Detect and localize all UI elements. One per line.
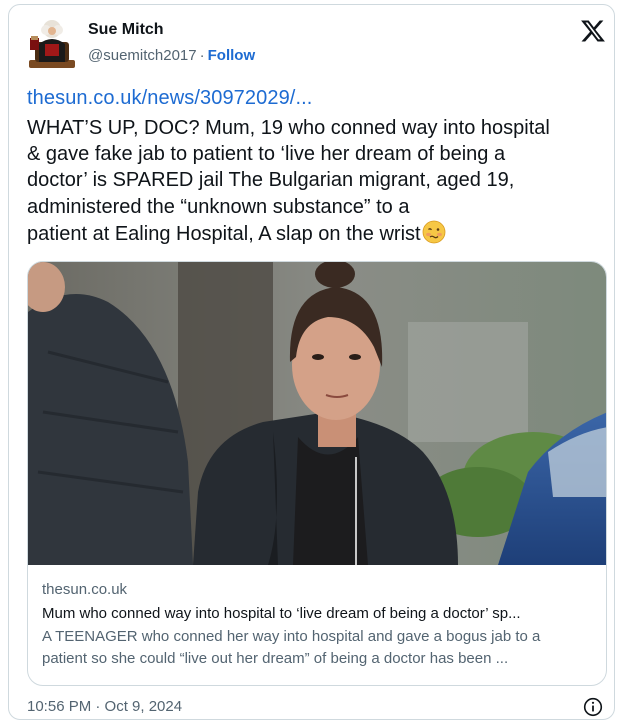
article-photo[interactable] [28, 262, 607, 565]
tweet-text-line: administered the “unknown substance” to … [27, 195, 410, 218]
tweet-text-line-last: patient at Ealing Hospital, A slap on th… [27, 220, 612, 247]
woozy-face-emoji-icon [422, 220, 445, 244]
x-logo-icon[interactable] [580, 18, 606, 44]
info-icon[interactable] [583, 697, 603, 717]
link-title[interactable]: Mum who conned way into hospital to ‘liv… [42, 604, 592, 624]
follow-button[interactable]: Follow [208, 47, 256, 64]
avatar[interactable] [27, 14, 77, 70]
tweet-text-line: & gave fake jab to patient to ‘live her … [27, 143, 506, 166]
author-handle-row: @suemitch2017 · Follow [88, 47, 255, 64]
tweet-text-line-content: patient at Ealing Hospital, A slap on th… [27, 222, 421, 245]
tweet-link[interactable]: thesun.co.uk/news/30972029/... [27, 87, 312, 110]
tweet-text-line: doctor’ is SPARED jail The Bulgarian mig… [27, 169, 515, 192]
link-preview-meta: thesun.co.uk Mum who conned way into hos… [42, 580, 592, 670]
link-description: A TEENAGER who conned her way into hospi… [42, 626, 592, 670]
link-preview-card[interactable]: thesun.co.uk Mum who conned way into hos… [27, 261, 607, 686]
author-handle[interactable]: @suemitch2017 [88, 47, 197, 64]
tweet-text-line: WHAT’S UP, DOC? Mum, 19 who conned way i… [27, 117, 550, 139]
separator-dot: · [199, 47, 205, 64]
link-description-line: A TEENAGER who conned her way into hospi… [42, 628, 541, 645]
link-domain: thesun.co.uk [42, 581, 128, 598]
tweet-timestamp[interactable]: 10:56 PM · Oct 9, 2024 [27, 698, 182, 715]
link-description-line: patient so she could “live out her dream… [42, 650, 509, 667]
tweet-text: WHAT’S UP, DOC? Mum, 19 who conned way i… [27, 115, 612, 247]
author-name[interactable]: Sue Mitch [88, 21, 164, 39]
